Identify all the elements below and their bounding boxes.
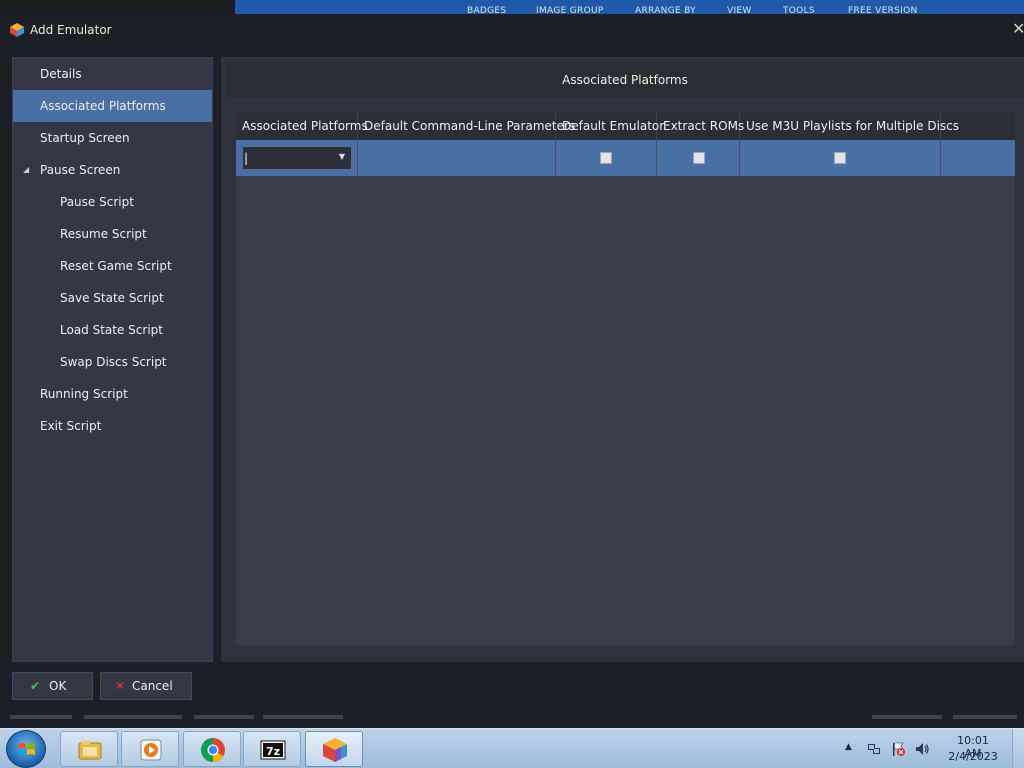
media-player-icon — [140, 739, 162, 761]
nav-item-load-state-script[interactable]: Load State Script — [13, 314, 212, 346]
taskbar-explorer[interactable] — [60, 731, 118, 767]
bg-tab — [84, 715, 182, 719]
cell-filler — [941, 140, 1015, 176]
network-icon[interactable] — [866, 741, 882, 757]
add-emulator-dialog: Add Emulator ✕ Details Associated Platfo… — [0, 14, 1024, 728]
nav-item-associated-platforms[interactable]: Associated Platforms — [13, 90, 212, 122]
nav-item-exit-script[interactable]: Exit Script — [13, 410, 212, 442]
expand-arrow-icon[interactable]: ◢ — [23, 154, 29, 186]
column-header-default-emulator[interactable]: Default Emulator — [556, 112, 664, 140]
platform-combobox[interactable]: | ▼ — [242, 146, 352, 170]
nav-item-startup-screen[interactable]: Startup Screen — [13, 122, 212, 154]
chevron-down-icon[interactable]: ▼ — [337, 152, 347, 162]
taskbar-media-player[interactable] — [121, 731, 179, 767]
default-emulator-checkbox[interactable] — [600, 152, 612, 164]
nav-item-label: Details — [40, 67, 82, 81]
nav-item-label: Swap Discs Script — [60, 355, 167, 369]
cell-default-emulator[interactable] — [556, 140, 657, 176]
use-m3u-checkbox[interactable] — [834, 152, 846, 164]
panel-header: Associated Platforms — [226, 62, 1024, 98]
platforms-grid[interactable]: Associated Platforms Default Command-Lin… — [236, 112, 1015, 645]
folder-icon — [78, 741, 102, 760]
nav-item-label: Load State Script — [60, 323, 163, 337]
nav-item-label: Reset Game Script — [60, 259, 172, 273]
cancel-x-icon: ✕ — [115, 679, 126, 693]
cancel-label: Cancel — [132, 679, 173, 693]
column-header-use-m3u[interactable]: Use M3U Playlists for Multiple Discs — [740, 112, 959, 140]
taskbar: 7z ▲ 10:01 AM 2/4/2023 — [0, 728, 1024, 768]
column-header-command-line[interactable]: Default Command-Line Parameters — [358, 112, 575, 140]
ok-label: OK — [49, 679, 67, 693]
grid-header-row: Associated Platforms Default Command-Lin… — [236, 112, 1015, 140]
nav-item-save-state-script[interactable]: Save State Script — [13, 282, 212, 314]
nav-item-label: Pause Script — [60, 195, 134, 209]
taskbar-chrome[interactable] — [183, 731, 241, 767]
nav-item-label: Save State Script — [60, 291, 164, 305]
launchbox-icon — [323, 738, 347, 762]
cell-command-line[interactable] — [358, 140, 556, 176]
nav-item-running-script[interactable]: Running Script — [13, 378, 212, 410]
chrome-icon — [200, 738, 225, 762]
main-panel: Associated Platforms Associated Platform… — [221, 57, 1024, 662]
column-header-associated-platforms[interactable]: Associated Platforms — [236, 112, 368, 140]
cell-extract-roms[interactable] — [657, 140, 740, 176]
cell-platform[interactable]: | ▼ — [236, 140, 358, 176]
dialog-titlebar: Add Emulator ✕ — [0, 14, 1024, 46]
7zip-icon: 7z — [260, 740, 286, 760]
extract-roms-checkbox[interactable] — [693, 152, 705, 164]
ok-button[interactable]: ✔ OK — [12, 672, 93, 700]
checkmark-icon: ✔ — [30, 679, 41, 693]
nav-item-label: Resume Script — [60, 227, 147, 241]
table-row[interactable]: | ▼ — [236, 140, 1015, 176]
bg-tab — [872, 715, 942, 719]
dialog-title: Add Emulator — [30, 23, 112, 37]
bg-tab — [10, 715, 72, 719]
nav-item-pause-script[interactable]: Pause Script — [13, 186, 212, 218]
taskbar-launchbox[interactable] — [305, 731, 363, 767]
action-center-flag-icon[interactable] — [890, 741, 906, 757]
nav-item-label: Startup Screen — [40, 131, 130, 145]
cell-use-m3u[interactable] — [740, 140, 941, 176]
svg-text:7z: 7z — [266, 745, 280, 758]
show-desktop-button[interactable] — [1012, 729, 1024, 768]
text-cursor: | — [244, 151, 249, 165]
column-header-extract-roms[interactable]: Extract ROMs — [657, 112, 744, 140]
nav-item-reset-game-script[interactable]: Reset Game Script — [13, 250, 212, 282]
taskbar-7zip[interactable]: 7z — [243, 731, 301, 767]
nav-item-resume-script[interactable]: Resume Script — [13, 218, 212, 250]
bg-tab — [263, 715, 343, 719]
volume-icon[interactable] — [914, 741, 930, 757]
nav-item-label: Running Script — [40, 387, 128, 401]
background-app-bottom-strip — [0, 714, 1024, 728]
start-button[interactable] — [6, 730, 46, 768]
clock-date[interactable]: 2/4/2023 — [948, 750, 998, 763]
windows-logo-icon — [19, 743, 35, 755]
bg-tab — [953, 715, 1017, 719]
settings-nav: Details Associated Platforms Startup Scr… — [12, 57, 213, 662]
launchbox-logo-icon — [10, 23, 24, 37]
nav-item-pause-screen[interactable]: ◢ Pause Screen — [13, 154, 212, 186]
bg-tab — [194, 715, 254, 719]
nav-item-label: Associated Platforms — [40, 99, 166, 113]
close-icon[interactable]: ✕ — [1012, 20, 1024, 38]
nav-item-label: Pause Screen — [40, 163, 121, 177]
nav-item-label: Exit Script — [40, 419, 102, 433]
background-app-menubar: BADGES IMAGE GROUP ARRANGE BY VIEW TOOLS… — [235, 0, 1024, 16]
nav-item-swap-discs-script[interactable]: Swap Discs Script — [13, 346, 212, 378]
tray-expand-icon[interactable]: ▲ — [845, 742, 852, 752]
nav-item-details[interactable]: Details — [13, 58, 212, 90]
cancel-button[interactable]: ✕ Cancel — [100, 672, 192, 700]
